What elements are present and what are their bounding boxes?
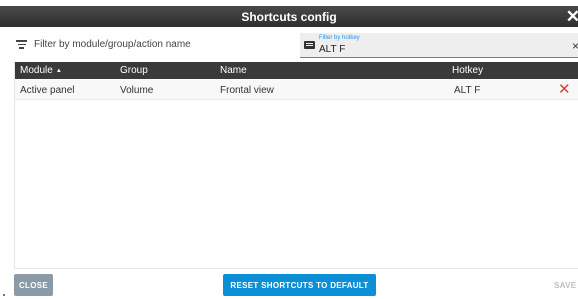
name-filter-placeholder: Filter by module/group/action name: [34, 39, 191, 50]
shortcuts-table: Module ▲ Group Name Hotkey Active panel V…: [14, 62, 578, 269]
delete-shortcut-icon[interactable]: ✕: [558, 81, 571, 98]
column-header-hotkey[interactable]: Hotkey: [452, 65, 483, 76]
close-dialog-icon[interactable]: ✕: [566, 6, 578, 27]
column-header-group[interactable]: Group: [120, 65, 148, 76]
cell-module: Active panel: [20, 85, 75, 96]
hotkey-filter-field[interactable]: Filter by hotkey ALT F ×: [300, 33, 578, 58]
dialog-title: Shortcuts config: [241, 9, 337, 24]
table-header: Module ▲ Group Name Hotkey: [15, 62, 578, 79]
cell-group: Volume: [120, 85, 154, 96]
column-header-name[interactable]: Name: [220, 65, 247, 76]
column-header-module[interactable]: Module ▲: [20, 65, 62, 76]
filter-bar: Filter by module/group/action name Filte…: [0, 31, 578, 59]
dialog-titlebar: Shortcuts config ✕: [0, 6, 578, 27]
name-filter-field[interactable]: Filter by module/group/action name: [16, 39, 191, 50]
sort-ascending-icon: ▲: [55, 68, 62, 74]
hotkey-filter-value[interactable]: ALT F: [319, 44, 345, 55]
close-button[interactable]: CLOSE: [14, 274, 53, 296]
cell-name: Frontal view: [220, 85, 274, 96]
reset-shortcuts-button[interactable]: RESET SHORTCUTS TO DEFAULT: [223, 274, 376, 296]
cell-hotkey: ALT F: [454, 85, 481, 96]
table-row[interactable]: Active panel Volume Frontal view ALT F ✕: [15, 80, 578, 100]
save-button[interactable]: SAVE: [545, 274, 578, 296]
filter-list-icon: [16, 40, 27, 49]
hotkey-filter-label: Filter by hotkey: [319, 35, 360, 41]
clear-hotkey-icon[interactable]: ×: [572, 39, 578, 53]
dialog-footer: CLOSE RESET SHORTCUTS TO DEFAULT SAVE: [0, 270, 578, 299]
keyboard-icon: [304, 41, 315, 49]
corner-dot: [3, 294, 5, 296]
